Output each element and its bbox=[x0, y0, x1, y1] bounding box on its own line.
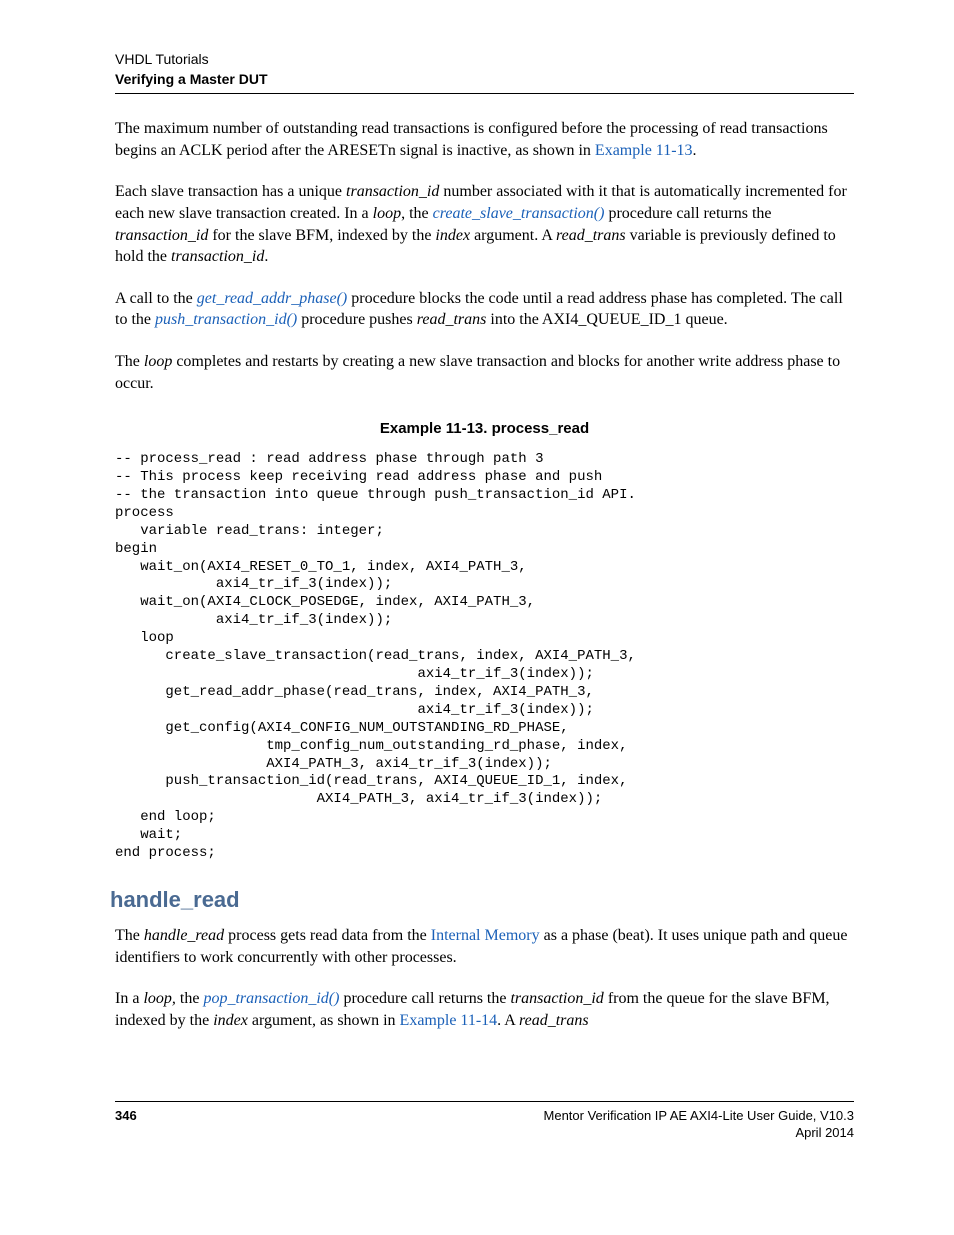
term: index bbox=[435, 227, 470, 244]
text: the bbox=[176, 990, 204, 1007]
procedure-link[interactable]: create_slave_transaction() bbox=[433, 205, 605, 222]
text: In a bbox=[115, 990, 143, 1007]
example-link[interactable]: Example 11-14 bbox=[400, 1012, 498, 1029]
procedure-link[interactable]: pop_transaction_id() bbox=[203, 990, 339, 1007]
text: argument. A bbox=[470, 227, 556, 244]
text: The bbox=[115, 353, 144, 370]
term: read_trans bbox=[417, 311, 487, 328]
text: completes and restarts by creating a new… bbox=[115, 353, 840, 392]
text: procedure pushes bbox=[297, 311, 417, 328]
text: , the bbox=[401, 205, 433, 222]
term: loop bbox=[144, 353, 172, 370]
example-link[interactable]: Example 11-13 bbox=[595, 142, 693, 159]
term: transaction_id bbox=[510, 990, 603, 1007]
term: read_trans bbox=[556, 227, 626, 244]
text: process gets read data from the bbox=[224, 927, 431, 944]
text: for the slave BFM, indexed by the bbox=[208, 227, 435, 244]
term: transaction_id bbox=[346, 183, 439, 200]
term: transaction_id bbox=[115, 227, 208, 244]
text: The bbox=[115, 927, 144, 944]
text: procedure call returns the bbox=[604, 205, 771, 222]
term: index bbox=[213, 1012, 248, 1029]
body-paragraph: Each slave transaction has a unique tran… bbox=[115, 181, 854, 267]
doc-date: April 2014 bbox=[544, 1125, 854, 1142]
body-paragraph: The handle_read process gets read data f… bbox=[115, 925, 854, 968]
body-paragraph: A call to the get_read_addr_phase() proc… bbox=[115, 288, 854, 331]
header-section: Verifying a Master DUT bbox=[115, 70, 854, 90]
body-paragraph: The maximum number of outstanding read t… bbox=[115, 118, 854, 161]
internal-link[interactable]: Internal Memory bbox=[431, 927, 540, 944]
code-block: -- process_read : read address phase thr… bbox=[115, 451, 854, 863]
term: transaction_id bbox=[171, 248, 264, 265]
text: . A bbox=[497, 1012, 519, 1029]
term: read_trans bbox=[519, 1012, 589, 1029]
page-footer: 346 Mentor Verification IP AE AXI4-Lite … bbox=[115, 1101, 854, 1142]
body-paragraph: The loop completes and restarts by creat… bbox=[115, 351, 854, 394]
term: handle_read bbox=[144, 927, 224, 944]
text: The maximum number of outstanding read t… bbox=[115, 120, 828, 159]
section-heading: handle_read bbox=[110, 887, 854, 913]
term: loop, bbox=[143, 990, 175, 1007]
page-header: VHDL Tutorials Verifying a Master DUT bbox=[115, 50, 854, 94]
text: argument, as shown in bbox=[248, 1012, 400, 1029]
page-number: 346 bbox=[115, 1108, 137, 1123]
footer-right: Mentor Verification IP AE AXI4-Lite User… bbox=[544, 1108, 854, 1142]
text: Each slave transaction has a unique bbox=[115, 183, 346, 200]
example-title: Example 11-13. process_read bbox=[115, 420, 854, 437]
body-paragraph: In a loop, the pop_transaction_id() proc… bbox=[115, 988, 854, 1031]
text: . bbox=[693, 142, 697, 159]
header-chapter: VHDL Tutorials bbox=[115, 50, 854, 70]
text: procedure call returns the bbox=[339, 990, 510, 1007]
procedure-link[interactable]: push_transaction_id() bbox=[155, 311, 297, 328]
text: into the AXI4_QUEUE_ID_1 queue. bbox=[486, 311, 727, 328]
doc-title: Mentor Verification IP AE AXI4-Lite User… bbox=[544, 1108, 854, 1125]
text: A call to the bbox=[115, 290, 197, 307]
procedure-link[interactable]: get_read_addr_phase() bbox=[197, 290, 348, 307]
term: loop bbox=[373, 205, 401, 222]
text: . bbox=[264, 248, 268, 265]
